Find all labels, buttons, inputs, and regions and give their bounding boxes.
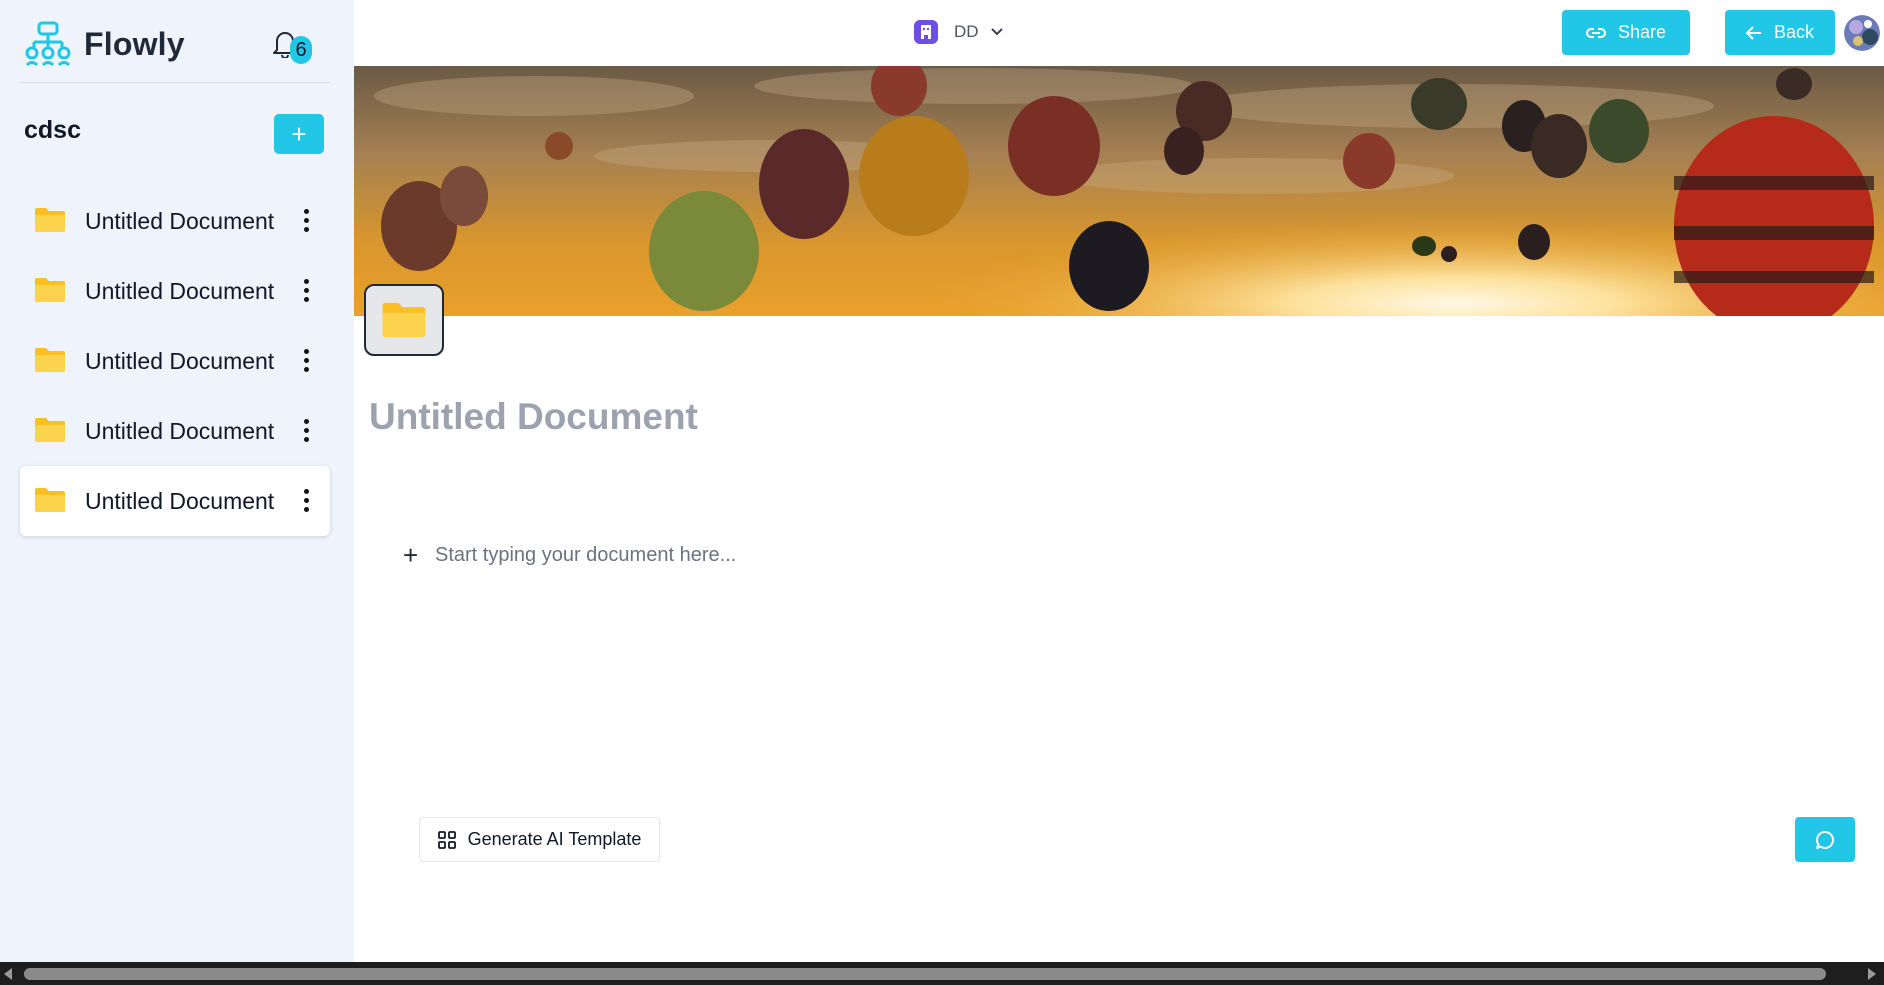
more-vertical-icon[interactable] (300, 277, 312, 307)
back-button[interactable]: Back (1725, 10, 1835, 55)
app-root: Flowly 6 cdsc + Untitled Document Untitl… (0, 0, 1884, 985)
horizontal-scrollbar[interactable] (0, 962, 1884, 985)
share-button[interactable]: Share (1562, 10, 1690, 55)
document-item-label: Untitled Document (85, 277, 275, 304)
more-vertical-icon[interactable] (300, 207, 312, 237)
folder-icon (35, 278, 65, 302)
brand[interactable]: Flowly (24, 14, 185, 74)
sidebar: Flowly 6 cdsc + Untitled Document Untitl… (0, 0, 354, 962)
editor-block[interactable]: + Start typing your document here... (403, 540, 736, 571)
document-item[interactable]: Untitled Document (20, 186, 330, 256)
folder-icon (35, 208, 65, 232)
document-icon-picker[interactable] (364, 284, 444, 356)
folder-icon (382, 302, 426, 338)
chat-bubble-icon (1816, 830, 1834, 849)
more-vertical-icon[interactable] (300, 347, 312, 377)
folder-icon (35, 348, 65, 372)
chat-button[interactable] (1795, 817, 1855, 862)
document-item-label: Untitled Document (85, 417, 275, 444)
grid-icon (437, 830, 456, 849)
balloon-cover-illustration (354, 66, 1884, 316)
document-item[interactable]: Untitled Document (20, 396, 330, 466)
more-vertical-icon[interactable] (300, 487, 312, 517)
scroll-right-arrow-icon[interactable] (1866, 968, 1876, 980)
share-button-label: Share (1617, 22, 1667, 42)
document-item-label: Untitled Document (85, 207, 275, 234)
generate-ai-template-button[interactable]: Generate AI Template (419, 817, 660, 862)
back-button-label: Back (1773, 22, 1815, 42)
workspace-name: cdsc (24, 116, 81, 144)
editor-placeholder[interactable]: Start typing your document here... (435, 544, 736, 567)
document-title[interactable]: Untitled Document (369, 396, 698, 438)
scrollbar-thumb[interactable] (24, 968, 1826, 980)
document-list: Untitled Document Untitled Document Unti… (20, 186, 330, 536)
folder-icon (35, 488, 65, 512)
scroll-left-arrow-icon[interactable] (4, 968, 14, 980)
notification-count-badge: 6 (290, 36, 312, 64)
sidebar-divider (20, 82, 330, 83)
document-item-label: Untitled Document (85, 347, 275, 374)
notifications-button[interactable]: 6 (272, 26, 316, 66)
workspace-switcher[interactable]: DD (914, 20, 1003, 44)
arrow-left-icon (1745, 25, 1761, 40)
app-name: Flowly (84, 25, 185, 62)
folder-icon (35, 418, 65, 442)
add-document-button[interactable]: + (274, 114, 324, 154)
workspace-icon (914, 20, 938, 44)
workspace-switcher-label: DD (954, 22, 979, 41)
user-avatar[interactable] (1844, 15, 1880, 51)
link-icon (1585, 27, 1606, 38)
chevron-down-icon (990, 28, 1003, 36)
more-vertical-icon[interactable] (300, 417, 312, 447)
cover-image[interactable] (354, 66, 1884, 316)
topbar: DD Share Back (354, 0, 1884, 66)
document-item-active[interactable]: Untitled Document (20, 466, 330, 536)
document-item[interactable]: Untitled Document (20, 256, 330, 326)
document-item[interactable]: Untitled Document (20, 326, 330, 396)
flowchart-logo-icon (25, 21, 71, 67)
add-block-icon[interactable]: + (403, 540, 423, 571)
document-item-label: Untitled Document (85, 487, 275, 514)
generate-ai-template-label: Generate AI Template (467, 829, 642, 849)
